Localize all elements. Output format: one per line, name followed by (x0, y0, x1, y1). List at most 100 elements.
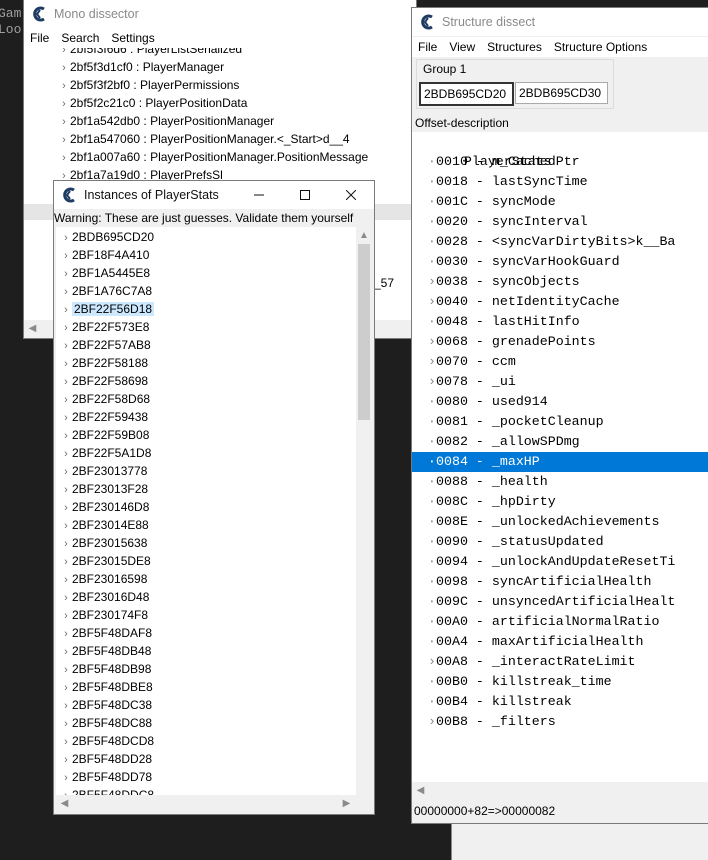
structure-field-row[interactable]: ∙009C - unsyncedArtificialHealt (412, 592, 708, 612)
structure-field-row[interactable]: ›0068 - grenadePoints (412, 332, 708, 352)
structure-field-row[interactable]: ∙0080 - used914 (412, 392, 708, 412)
menu-file[interactable]: File (30, 31, 49, 45)
instance-item[interactable]: › 2BF23015638 (60, 534, 147, 552)
instances-scroll-thumb[interactable] (358, 244, 370, 420)
chevron-right-icon[interactable]: › (60, 625, 72, 643)
instance-item[interactable]: › 2BF22F573E8 (60, 318, 149, 336)
chevron-right-icon[interactable]: › (412, 292, 436, 312)
instance-item[interactable]: › 2BF23015DE8 (60, 552, 151, 570)
structure-field-row[interactable]: ∙0018 - lastSyncTime (412, 172, 708, 192)
instance-item[interactable]: › 2BF18F4A410 (60, 246, 149, 264)
chevron-right-icon[interactable]: › (60, 463, 72, 481)
instance-item[interactable]: › 2BF5F48DD78 (60, 768, 152, 786)
structure-field-row[interactable]: ›0070 - ccm (412, 352, 708, 372)
structure-scroll-left-icon[interactable]: ◀ (412, 782, 429, 799)
instance-item[interactable]: › 2BF230146D8 (60, 498, 149, 516)
instances-scroll-up-icon[interactable]: ▲ (356, 227, 372, 244)
mono-class-item[interactable]: › 2bf5f3f6d6 : PlayerListSerialized (58, 48, 242, 58)
instance-item[interactable]: › 2BF230174F8 (60, 606, 148, 624)
instance-item[interactable]: › 2BF5F48DAF8 (60, 624, 152, 642)
structure-field-row[interactable]: ∙0090 - _statusUpdated (412, 532, 708, 552)
structure-field-row[interactable]: ∙00A0 - artificialNormalRatio (412, 612, 708, 632)
structure-field-row[interactable]: ∙008C - _hpDirty (412, 492, 708, 512)
structure-field-row[interactable]: ›0040 - netIdentityCache (412, 292, 708, 312)
instance-item[interactable]: › 2BF22F5A1D8 (60, 444, 151, 462)
structure-field-row[interactable]: ›00A8 - _interactRateLimit (412, 652, 708, 672)
minimize-button[interactable] (236, 181, 282, 209)
instance-item[interactable]: › 2BF23013F28 (60, 480, 148, 498)
instances-horizontal-scrollbar[interactable]: ◀ ▶ (56, 795, 356, 812)
chevron-right-icon[interactable]: › (60, 787, 72, 795)
chevron-right-icon[interactable]: › (412, 652, 436, 672)
instance-item[interactable]: › 2BF1A76C7A8 (60, 282, 152, 300)
chevron-right-icon[interactable]: › (60, 265, 72, 283)
structure-root[interactable]: PlayerStats (416, 132, 708, 169)
mono-dissector-titlebar[interactable]: Mono dissector (24, 0, 416, 28)
chevron-right-icon[interactable]: › (60, 643, 72, 661)
mono-scroll-left-icon[interactable]: ◀ (24, 320, 41, 337)
structure-field-row[interactable]: ∙001C - syncMode (412, 192, 708, 212)
structure-field-row[interactable]: ›00B8 - _filters (412, 712, 708, 732)
chevron-right-icon[interactable]: › (58, 113, 70, 131)
address-input-1[interactable]: 2BDB695CD20 (419, 82, 514, 106)
chevron-right-icon[interactable]: › (60, 373, 72, 391)
instance-item[interactable]: › 2BF5F48DC88 (60, 714, 152, 732)
chevron-right-icon[interactable]: › (60, 499, 72, 517)
structure-field-row[interactable]: ∙0098 - syncArtificialHealth (412, 572, 708, 592)
chevron-right-icon[interactable]: › (60, 301, 72, 319)
structure-field-row[interactable]: ∙00B4 - killstreak (412, 692, 708, 712)
structure-field-row[interactable]: ∙0081 - _pocketCleanup (412, 412, 708, 432)
structure-field-row[interactable]: ∙0048 - lastHitInfo (412, 312, 708, 332)
structure-field-row[interactable]: ∙00B0 - killstreak_time (412, 672, 708, 692)
instance-item[interactable]: › 2BF23014E88 (60, 516, 149, 534)
mono-class-item[interactable]: › 2bf5f2c21c0 : PlayerPositionData (58, 94, 247, 112)
menu-search[interactable]: Search (61, 31, 99, 45)
chevron-right-icon[interactable]: › (60, 571, 72, 589)
instances-titlebar[interactable]: Instances of PlayerStats (54, 181, 374, 209)
structure-field-row[interactable]: ∙0010 - m_CachedPtr (412, 152, 708, 172)
chevron-right-icon[interactable]: › (60, 751, 72, 769)
chevron-right-icon[interactable]: › (60, 715, 72, 733)
instance-item[interactable]: › 2BF5F48DBE8 (60, 678, 153, 696)
mono-class-item[interactable]: › 2bf1a547060 : PlayerPositionManager.<_S… (58, 130, 349, 148)
chevron-right-icon[interactable]: › (412, 372, 436, 392)
chevron-right-icon[interactable]: › (60, 247, 72, 265)
chevron-right-icon[interactable]: › (60, 589, 72, 607)
menu-settings[interactable]: Settings (111, 31, 154, 45)
chevron-right-icon[interactable]: › (412, 332, 436, 352)
instance-item[interactable]: › 2BF22F56D18 (60, 300, 155, 319)
chevron-right-icon[interactable]: › (60, 535, 72, 553)
chevron-right-icon[interactable]: › (60, 517, 72, 535)
structure-field-row[interactable]: ∙0088 - _health (412, 472, 708, 492)
mono-class-item[interactable]: › 2bf1a542db0 : PlayerPositionManager (58, 112, 274, 130)
instances-scroll-left-icon[interactable]: ◀ (56, 795, 73, 812)
instance-item[interactable]: › 2BF22F59438 (60, 408, 148, 426)
structure-field-row[interactable]: ∙0094 - _unlockAndUpdateResetTi (412, 552, 708, 572)
structure-field-row[interactable]: ›0038 - syncObjects (412, 272, 708, 292)
instances-vertical-scrollbar[interactable]: ▲ (356, 227, 372, 795)
instance-item[interactable]: › 2BF23016598 (60, 570, 147, 588)
chevron-right-icon[interactable]: › (60, 733, 72, 751)
mono-class-item[interactable]: › 2bf1a007a60 : PlayerPositionManager.Pos… (58, 148, 368, 166)
instance-item[interactable]: › 2BF23016D48 (60, 588, 149, 606)
chevron-right-icon[interactable]: › (60, 481, 72, 499)
close-button[interactable] (328, 181, 374, 209)
instance-item[interactable]: › 2BF5F48DCD8 (60, 732, 154, 750)
instance-item[interactable]: › 2BF1A5445E8 (60, 264, 150, 282)
chevron-right-icon[interactable]: › (60, 607, 72, 625)
chevron-right-icon[interactable]: › (60, 319, 72, 337)
structure-field-row[interactable]: ∙0028 - <syncVarDirtyBits>k__Ba (412, 232, 708, 252)
chevron-right-icon[interactable]: › (58, 59, 70, 77)
chevron-right-icon[interactable]: › (60, 427, 72, 445)
instance-item[interactable]: › 2BF5F48DD28 (60, 750, 152, 768)
instance-item[interactable]: › 2BF5F48DC38 (60, 696, 152, 714)
instance-item[interactable]: › 2BF22F59B08 (60, 426, 149, 444)
chevron-right-icon[interactable]: › (412, 352, 436, 372)
structure-menu-structure-options[interactable]: Structure Options (554, 40, 647, 54)
structure-field-row[interactable]: ∙0084 - _maxHP (412, 452, 708, 472)
chevron-right-icon[interactable]: › (60, 283, 72, 301)
instance-item[interactable]: › 2BF22F57AB8 (60, 336, 151, 354)
instances-scroll-right-icon[interactable]: ▶ (338, 795, 355, 812)
mono-class-item[interactable]: › 2bf5f3f2bf0 : PlayerPermissions (58, 76, 239, 94)
structure-field-row[interactable]: ∙0020 - syncInterval (412, 212, 708, 232)
